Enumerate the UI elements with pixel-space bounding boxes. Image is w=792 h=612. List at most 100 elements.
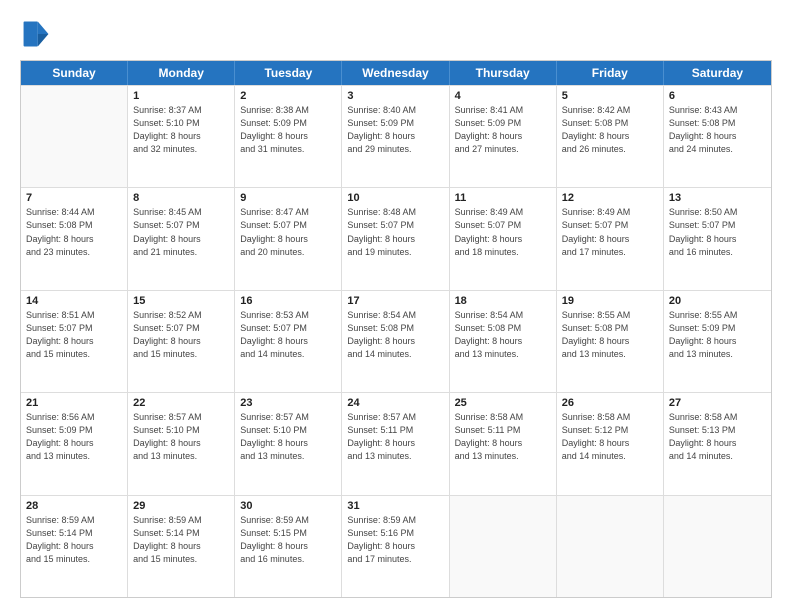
- day-number: 24: [347, 397, 443, 409]
- calendar-cell: 11 Sunrise: 8:49 AM Sunset: 5:07 PM Dayli…: [450, 188, 557, 289]
- day-info: Sunrise: 8:43 AM Sunset: 5:08 PM Dayligh…: [669, 104, 766, 156]
- day-number: 21: [26, 397, 122, 409]
- calendar-cell: 28 Sunrise: 8:59 AM Sunset: 5:14 PM Dayli…: [21, 496, 128, 597]
- day-number: 29: [133, 500, 229, 512]
- calendar-week: 7 Sunrise: 8:44 AM Sunset: 5:08 PM Daylig…: [21, 187, 771, 289]
- calendar-cell: 30 Sunrise: 8:59 AM Sunset: 5:15 PM Dayli…: [235, 496, 342, 597]
- day-number: 23: [240, 397, 336, 409]
- day-number: 30: [240, 500, 336, 512]
- day-info: Sunrise: 8:59 AM Sunset: 5:15 PM Dayligh…: [240, 514, 336, 566]
- calendar-cell: 14 Sunrise: 8:51 AM Sunset: 5:07 PM Dayli…: [21, 291, 128, 392]
- day-info: Sunrise: 8:54 AM Sunset: 5:08 PM Dayligh…: [347, 309, 443, 361]
- calendar-cell: 22 Sunrise: 8:57 AM Sunset: 5:10 PM Dayli…: [128, 393, 235, 494]
- calendar-cell: 4 Sunrise: 8:41 AM Sunset: 5:09 PM Daylig…: [450, 86, 557, 187]
- weekday-header: Thursday: [450, 61, 557, 85]
- calendar-week: 28 Sunrise: 8:59 AM Sunset: 5:14 PM Dayli…: [21, 495, 771, 597]
- day-number: 1: [133, 90, 229, 102]
- day-info: Sunrise: 8:49 AM Sunset: 5:07 PM Dayligh…: [455, 206, 551, 258]
- header: [20, 18, 772, 50]
- day-info: Sunrise: 8:44 AM Sunset: 5:08 PM Dayligh…: [26, 206, 122, 258]
- calendar-week: 21 Sunrise: 8:56 AM Sunset: 5:09 PM Dayli…: [21, 392, 771, 494]
- day-number: 2: [240, 90, 336, 102]
- weekday-header: Friday: [557, 61, 664, 85]
- day-info: Sunrise: 8:55 AM Sunset: 5:09 PM Dayligh…: [669, 309, 766, 361]
- calendar-cell: [557, 496, 664, 597]
- day-number: 8: [133, 192, 229, 204]
- calendar-cell: 18 Sunrise: 8:54 AM Sunset: 5:08 PM Dayli…: [450, 291, 557, 392]
- calendar-cell: 17 Sunrise: 8:54 AM Sunset: 5:08 PM Dayli…: [342, 291, 449, 392]
- day-number: 22: [133, 397, 229, 409]
- calendar-cell: 12 Sunrise: 8:49 AM Sunset: 5:07 PM Dayli…: [557, 188, 664, 289]
- day-number: 28: [26, 500, 122, 512]
- day-number: 7: [26, 192, 122, 204]
- day-number: 20: [669, 295, 766, 307]
- day-number: 26: [562, 397, 658, 409]
- day-info: Sunrise: 8:40 AM Sunset: 5:09 PM Dayligh…: [347, 104, 443, 156]
- day-number: 9: [240, 192, 336, 204]
- day-info: Sunrise: 8:57 AM Sunset: 5:10 PM Dayligh…: [240, 411, 336, 463]
- calendar-cell: 24 Sunrise: 8:57 AM Sunset: 5:11 PM Dayli…: [342, 393, 449, 494]
- day-info: Sunrise: 8:41 AM Sunset: 5:09 PM Dayligh…: [455, 104, 551, 156]
- day-number: 3: [347, 90, 443, 102]
- day-number: 15: [133, 295, 229, 307]
- calendar-cell: 7 Sunrise: 8:44 AM Sunset: 5:08 PM Daylig…: [21, 188, 128, 289]
- calendar-cell: 27 Sunrise: 8:58 AM Sunset: 5:13 PM Dayli…: [664, 393, 771, 494]
- calendar: SundayMondayTuesdayWednesdayThursdayFrid…: [20, 60, 772, 598]
- calendar-header: SundayMondayTuesdayWednesdayThursdayFrid…: [21, 61, 771, 85]
- calendar-week: 1Sunrise: 8:37 AM Sunset: 5:10 PM Daylig…: [21, 85, 771, 187]
- day-number: 19: [562, 295, 658, 307]
- calendar-cell: 21 Sunrise: 8:56 AM Sunset: 5:09 PM Dayli…: [21, 393, 128, 494]
- calendar-body: 1Sunrise: 8:37 AM Sunset: 5:10 PM Daylig…: [21, 85, 771, 597]
- day-info: Sunrise: 8:51 AM Sunset: 5:07 PM Dayligh…: [26, 309, 122, 361]
- day-info: Sunrise: 8:59 AM Sunset: 5:14 PM Dayligh…: [26, 514, 122, 566]
- day-info: Sunrise: 8:59 AM Sunset: 5:14 PM Dayligh…: [133, 514, 229, 566]
- calendar-cell: 23 Sunrise: 8:57 AM Sunset: 5:10 PM Dayli…: [235, 393, 342, 494]
- calendar-cell: 1Sunrise: 8:37 AM Sunset: 5:10 PM Daylig…: [128, 86, 235, 187]
- calendar-cell: 15Sunrise: 8:52 AM Sunset: 5:07 PM Dayli…: [128, 291, 235, 392]
- day-info: Sunrise: 8:47 AM Sunset: 5:07 PM Dayligh…: [240, 206, 336, 258]
- weekday-header: Saturday: [664, 61, 771, 85]
- day-info: Sunrise: 8:57 AM Sunset: 5:10 PM Dayligh…: [133, 411, 229, 463]
- day-number: 13: [669, 192, 766, 204]
- weekday-header: Wednesday: [342, 61, 449, 85]
- page: SundayMondayTuesdayWednesdayThursdayFrid…: [0, 0, 792, 612]
- day-number: 31: [347, 500, 443, 512]
- day-number: 17: [347, 295, 443, 307]
- day-info: Sunrise: 8:49 AM Sunset: 5:07 PM Dayligh…: [562, 206, 658, 258]
- day-info: Sunrise: 8:48 AM Sunset: 5:07 PM Dayligh…: [347, 206, 443, 258]
- day-number: 12: [562, 192, 658, 204]
- day-number: 5: [562, 90, 658, 102]
- day-info: Sunrise: 8:54 AM Sunset: 5:08 PM Dayligh…: [455, 309, 551, 361]
- calendar-cell: 2Sunrise: 8:38 AM Sunset: 5:09 PM Daylig…: [235, 86, 342, 187]
- day-number: 6: [669, 90, 766, 102]
- calendar-cell: 19 Sunrise: 8:55 AM Sunset: 5:08 PM Dayli…: [557, 291, 664, 392]
- day-number: 25: [455, 397, 551, 409]
- calendar-cell: 5Sunrise: 8:42 AM Sunset: 5:08 PM Daylig…: [557, 86, 664, 187]
- calendar-cell: 16Sunrise: 8:53 AM Sunset: 5:07 PM Dayli…: [235, 291, 342, 392]
- calendar-cell: 3 Sunrise: 8:40 AM Sunset: 5:09 PM Daylig…: [342, 86, 449, 187]
- day-info: Sunrise: 8:58 AM Sunset: 5:12 PM Dayligh…: [562, 411, 658, 463]
- day-info: Sunrise: 8:53 AM Sunset: 5:07 PM Dayligh…: [240, 309, 336, 361]
- calendar-week: 14 Sunrise: 8:51 AM Sunset: 5:07 PM Dayli…: [21, 290, 771, 392]
- day-number: 4: [455, 90, 551, 102]
- calendar-cell: [21, 86, 128, 187]
- day-number: 14: [26, 295, 122, 307]
- day-info: Sunrise: 8:57 AM Sunset: 5:11 PM Dayligh…: [347, 411, 443, 463]
- calendar-cell: 31 Sunrise: 8:59 AM Sunset: 5:16 PM Dayli…: [342, 496, 449, 597]
- day-info: Sunrise: 8:58 AM Sunset: 5:13 PM Dayligh…: [669, 411, 766, 463]
- weekday-header: Monday: [128, 61, 235, 85]
- calendar-cell: 9 Sunrise: 8:47 AM Sunset: 5:07 PM Daylig…: [235, 188, 342, 289]
- weekday-header: Tuesday: [235, 61, 342, 85]
- day-info: Sunrise: 8:55 AM Sunset: 5:08 PM Dayligh…: [562, 309, 658, 361]
- calendar-cell: 8Sunrise: 8:45 AM Sunset: 5:07 PM Daylig…: [128, 188, 235, 289]
- day-info: Sunrise: 8:59 AM Sunset: 5:16 PM Dayligh…: [347, 514, 443, 566]
- calendar-cell: 13Sunrise: 8:50 AM Sunset: 5:07 PM Dayli…: [664, 188, 771, 289]
- day-number: 11: [455, 192, 551, 204]
- day-number: 27: [669, 397, 766, 409]
- day-info: Sunrise: 8:56 AM Sunset: 5:09 PM Dayligh…: [26, 411, 122, 463]
- day-number: 18: [455, 295, 551, 307]
- calendar-cell: 6 Sunrise: 8:43 AM Sunset: 5:08 PM Daylig…: [664, 86, 771, 187]
- calendar-cell: 25Sunrise: 8:58 AM Sunset: 5:11 PM Dayli…: [450, 393, 557, 494]
- logo-icon: [20, 18, 52, 50]
- day-number: 10: [347, 192, 443, 204]
